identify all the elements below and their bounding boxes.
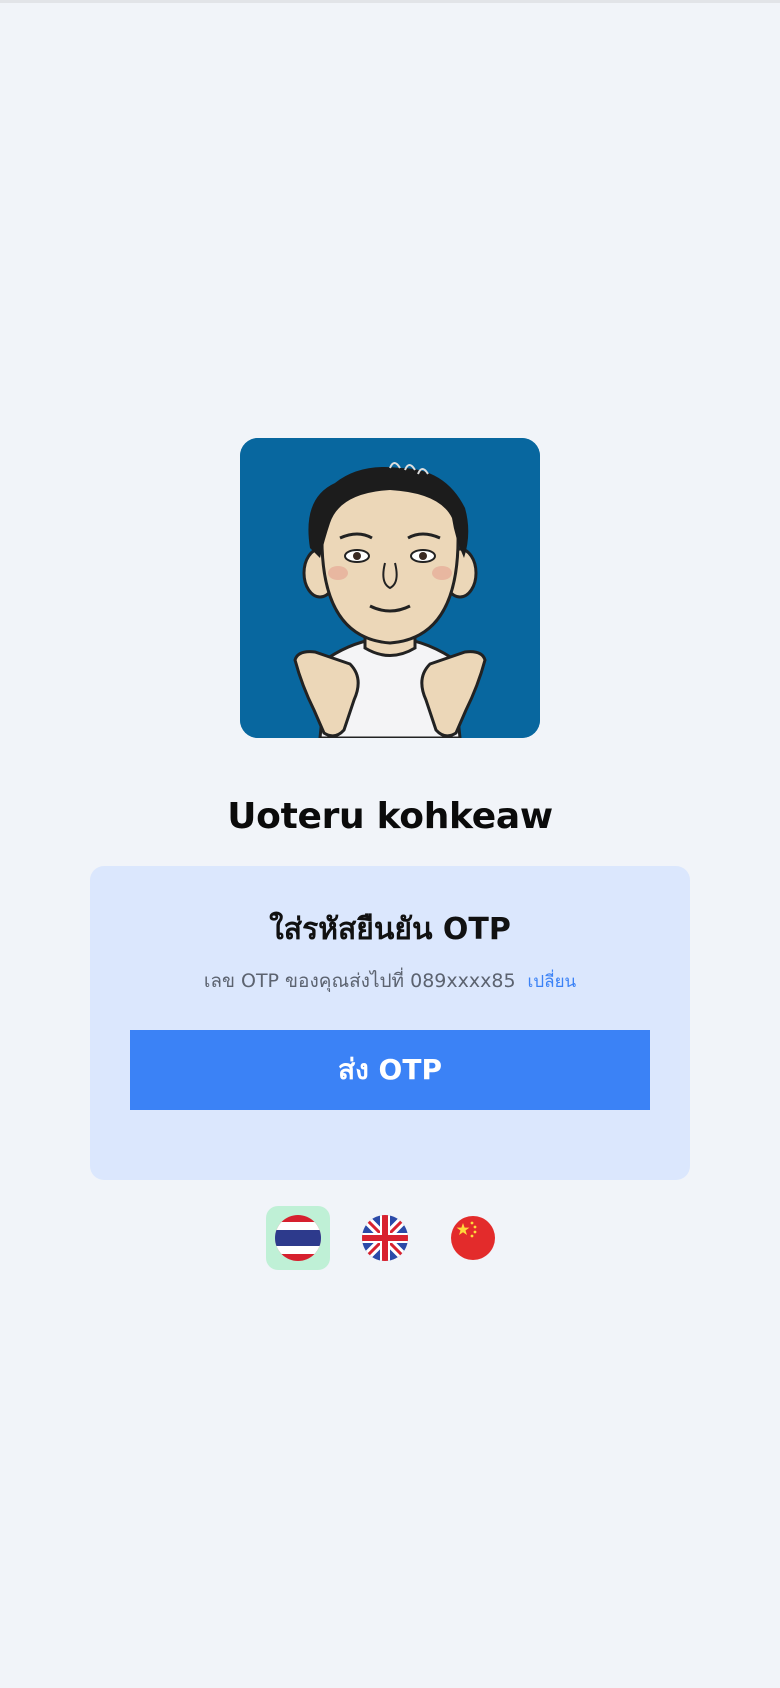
otp-card: ใส่รหัสยืนยัน OTP เลข OTP ของคุณส่งไปที่… xyxy=(90,866,690,1180)
profile-avatar xyxy=(240,438,540,738)
otp-sent-text: เลข OTP ของคุณส่งไปที่ 089xxxx85 xyxy=(203,970,516,992)
change-phone-link[interactable]: เปลี่ยน xyxy=(528,972,577,992)
china-flag-icon xyxy=(451,1216,495,1260)
send-otp-button[interactable]: ส่ง OTP xyxy=(130,1030,650,1110)
language-option-zh[interactable] xyxy=(441,1206,505,1270)
uk-flag-icon xyxy=(362,1215,408,1261)
otp-title: ใส่รหัสยืนยัน OTP xyxy=(269,912,511,947)
top-divider xyxy=(0,0,780,3)
cartoon-man-avatar-icon xyxy=(240,438,540,738)
thailand-flag-icon xyxy=(275,1215,321,1261)
profile-name: Uoteru kohkeaw xyxy=(227,796,553,837)
otp-sent-info: เลข OTP ของคุณส่งไปที่ 089xxxx85 เปลี่ยน xyxy=(90,966,690,996)
language-option-th[interactable] xyxy=(266,1206,330,1270)
language-option-en[interactable] xyxy=(353,1206,417,1270)
